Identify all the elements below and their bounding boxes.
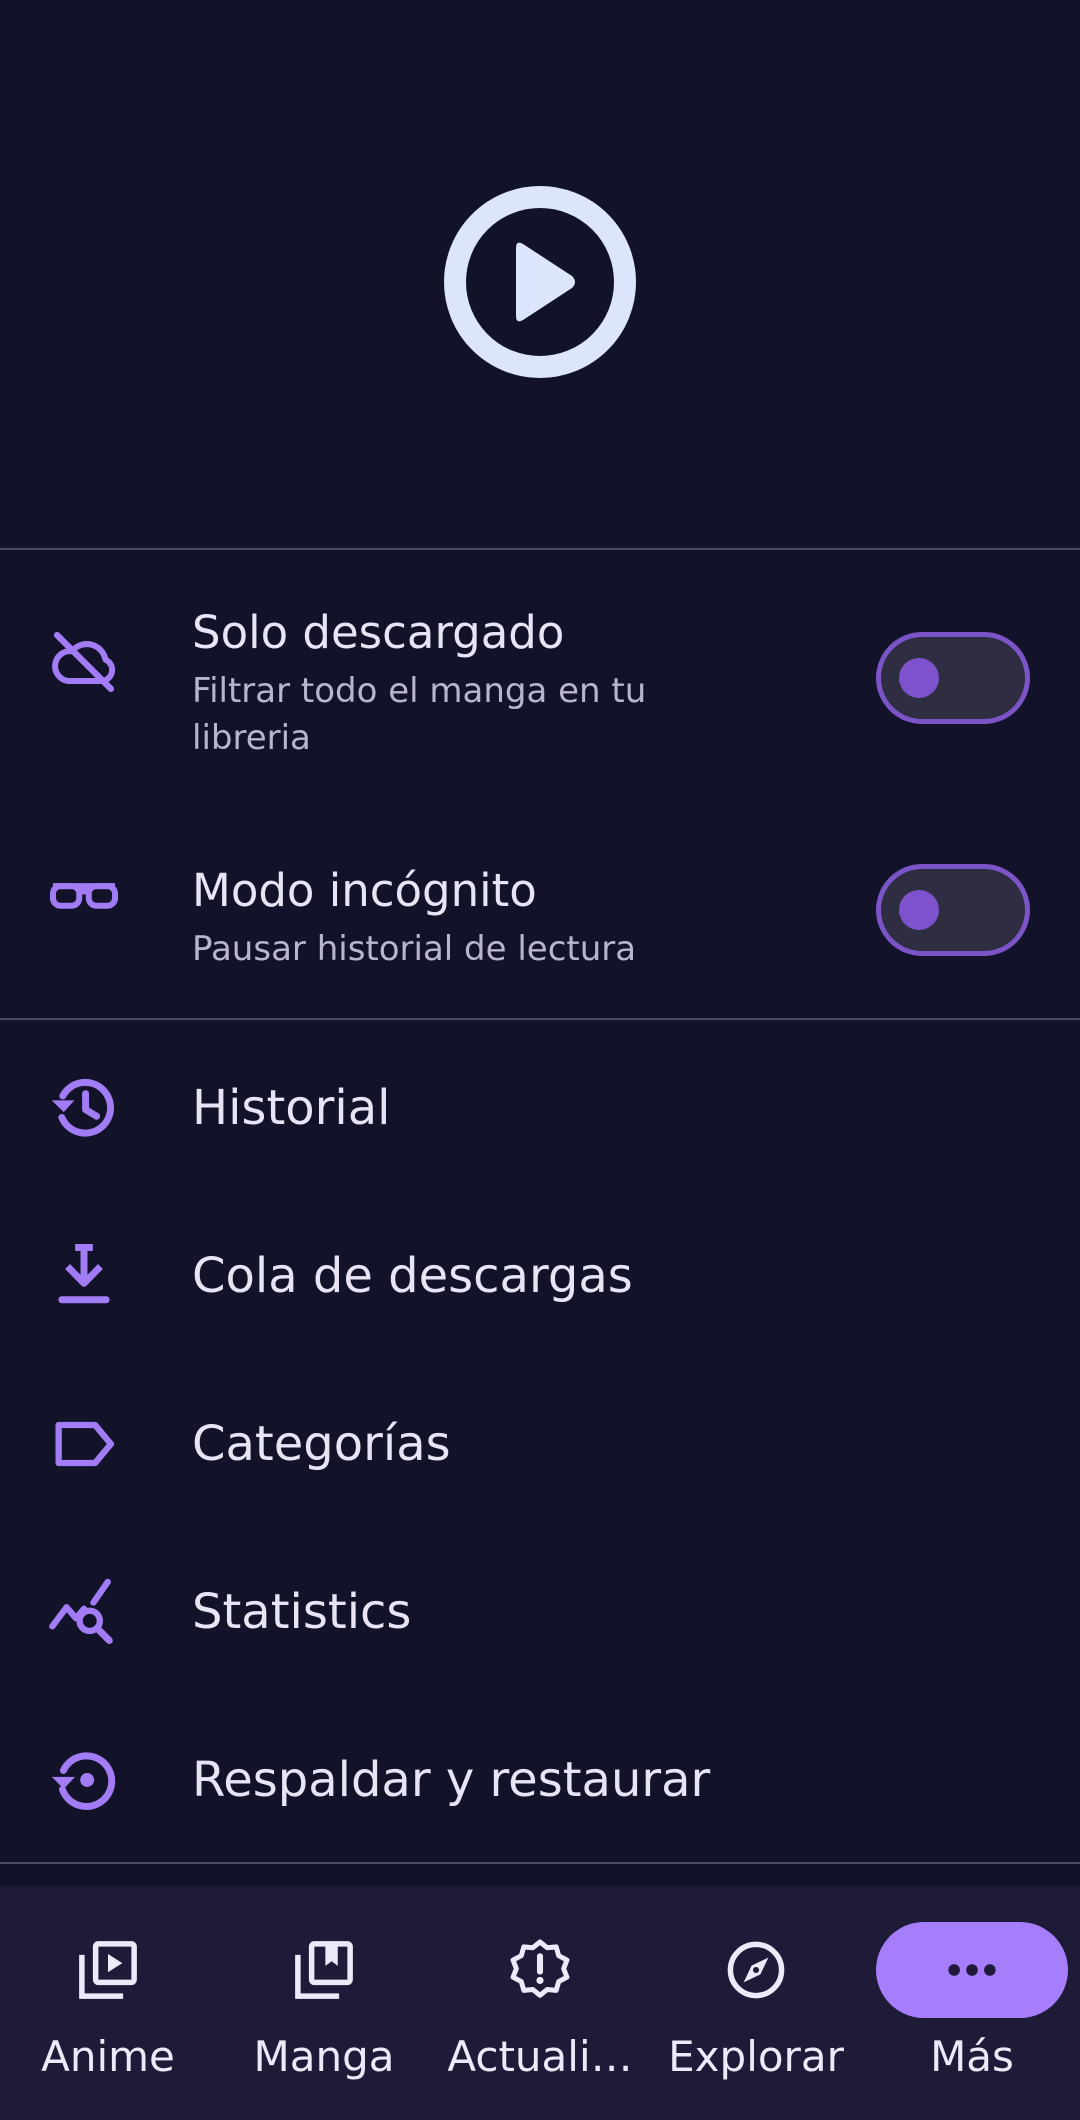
label-icon xyxy=(44,1404,124,1484)
menu-item-label: Cola de descargas xyxy=(192,1248,633,1304)
nav-icon-container xyxy=(670,1922,842,2018)
menu-item-statistics[interactable]: Statistics xyxy=(0,1528,1080,1696)
incognito-mode-subtitle: Pausar historial de lectura xyxy=(192,929,637,969)
menu-item-categories[interactable]: Categorías xyxy=(0,1360,1080,1528)
nav-label: Actuali… xyxy=(447,2032,633,2081)
more-horiz-icon xyxy=(948,1964,996,1976)
switch-knob xyxy=(899,658,939,698)
explore-icon xyxy=(727,1941,785,1999)
divider xyxy=(0,1862,1080,1864)
menu-item-backup-restore[interactable]: Respaldar y restaurar xyxy=(0,1696,1080,1864)
menu-item-label: Historial xyxy=(192,1080,391,1136)
menu-item-download-queue[interactable]: Cola de descargas xyxy=(0,1192,1080,1360)
history-icon xyxy=(44,1068,124,1148)
incognito-mode-row[interactable]: Modo incógnito Pausar historial de lectu… xyxy=(0,780,1080,1020)
nav-icon-container xyxy=(876,1922,1068,2018)
nav-label: Manga xyxy=(253,2032,395,2081)
downloaded-only-row[interactable]: Solo descargado Filtrar todo el manga en… xyxy=(0,550,1080,780)
nav-label: Anime xyxy=(41,2032,175,2081)
app-header xyxy=(0,0,1080,548)
settings-backup-restore-icon xyxy=(44,1740,124,1820)
downloaded-only-title: Solo descargado xyxy=(192,606,565,659)
divider xyxy=(0,1018,1080,1020)
incognito-mode-switch[interactable] xyxy=(876,864,1030,956)
nav-label: Explorar xyxy=(668,2032,844,2081)
download-icon xyxy=(44,1236,124,1316)
query-stats-icon xyxy=(44,1572,124,1652)
downloaded-only-subtitle: Filtrar todo el manga en tu libreria xyxy=(192,671,647,758)
play-circle-icon xyxy=(444,186,636,378)
new-releases-icon xyxy=(510,1939,570,1998)
cloud-off-icon xyxy=(44,622,124,702)
menu-item-label: Statistics xyxy=(192,1584,412,1640)
video-library-icon xyxy=(79,1941,137,1999)
menu-item-label: Respaldar y restaurar xyxy=(192,1752,711,1808)
bottom-navigation: Anime Manga Actuali… Explorar Más xyxy=(0,1886,1080,2120)
nav-item-more[interactable]: Más xyxy=(864,1886,1080,2120)
incognito-mode-title: Modo incógnito xyxy=(192,864,537,917)
downloaded-only-switch[interactable] xyxy=(876,632,1030,724)
glasses-icon xyxy=(44,854,124,934)
nav-item-anime[interactable]: Anime xyxy=(0,1886,216,2120)
nav-icon-container xyxy=(22,1922,194,2018)
collections-bookmark-icon xyxy=(295,1941,353,1999)
switch-knob xyxy=(899,890,939,930)
nav-item-explore[interactable]: Explorar xyxy=(648,1886,864,2120)
nav-icon-container xyxy=(454,1922,626,2018)
nav-icon-container xyxy=(238,1922,410,2018)
nav-label: Más xyxy=(930,2032,1014,2081)
nav-item-manga[interactable]: Manga xyxy=(216,1886,432,2120)
menu-item-history[interactable]: Historial xyxy=(0,1024,1080,1192)
nav-item-updates[interactable]: Actuali… xyxy=(432,1886,648,2120)
menu-item-label: Categorías xyxy=(192,1416,451,1472)
